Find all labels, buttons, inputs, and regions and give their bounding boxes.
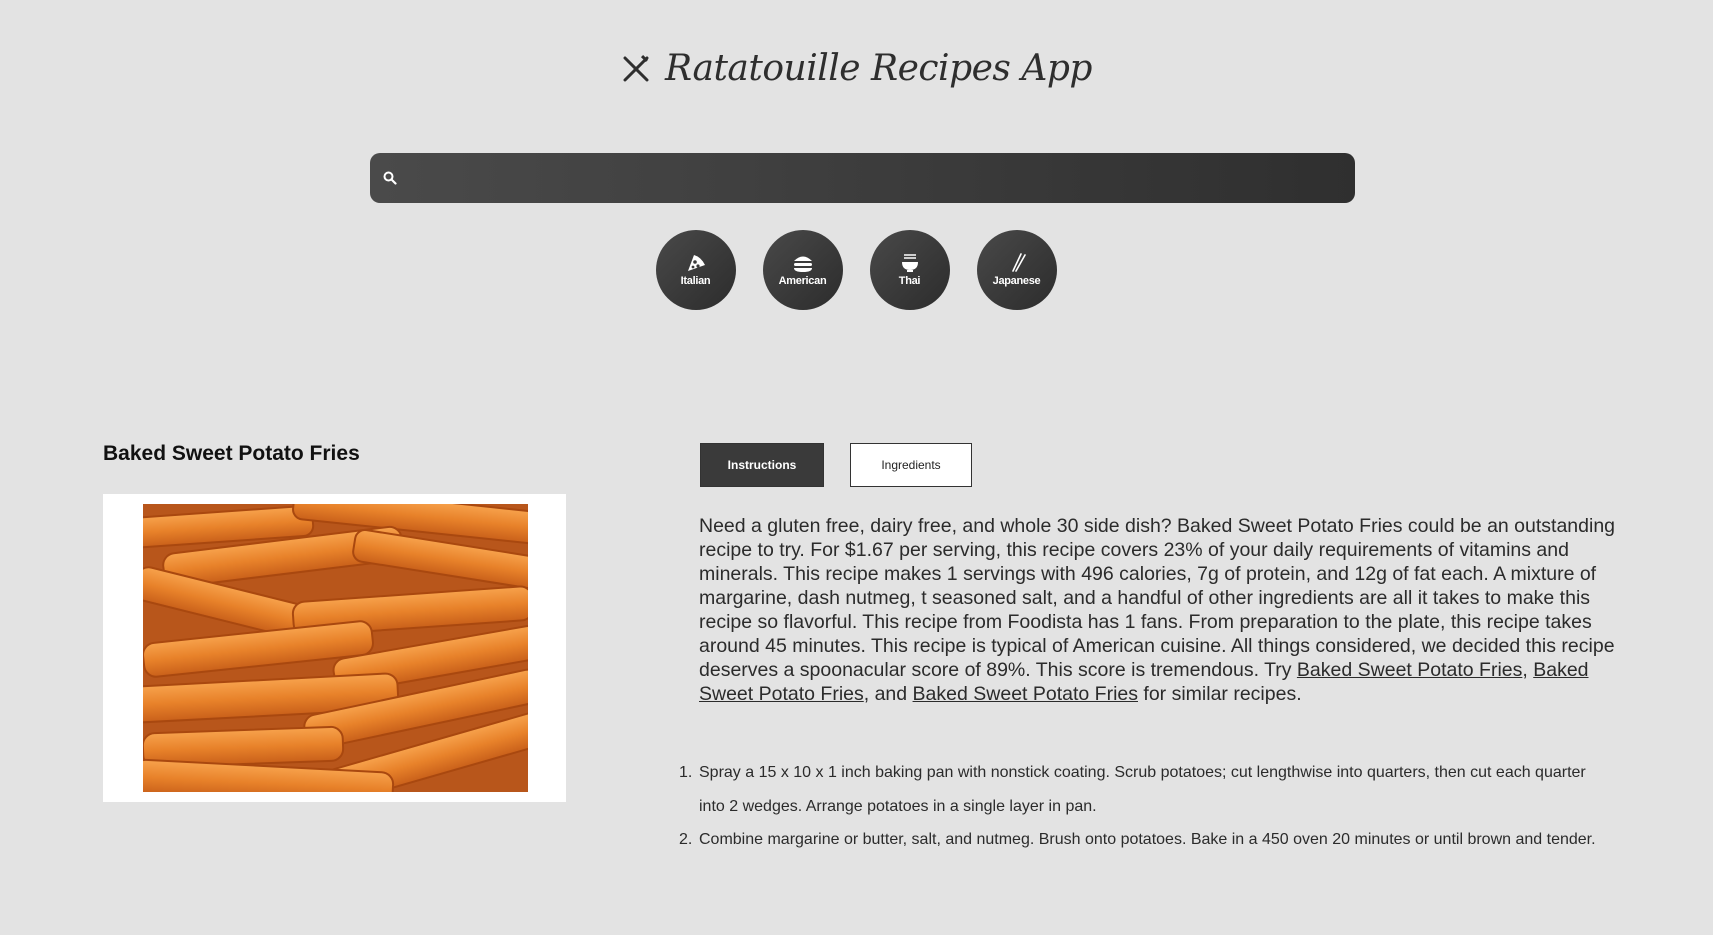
search-input[interactable] — [397, 153, 1355, 203]
summary-separator: , — [1522, 659, 1534, 681]
step-text: Spray a 15 x 10 x 1 inch baking pan with… — [699, 764, 1586, 815]
instruction-steps: 1. Spray a 15 x 10 x 1 inch baking pan w… — [679, 756, 1609, 857]
step-number: 2. — [679, 831, 693, 848]
chopsticks-icon — [1011, 253, 1026, 272]
app-logo[interactable]: Ratatouille Recipes App — [0, 48, 1713, 89]
pizza-icon — [687, 255, 705, 271]
cuisine-button-american[interactable]: American — [762, 230, 843, 310]
summary-tail: for similar recipes. — [1138, 683, 1302, 705]
cuisine-button-japanese[interactable]: Japanese — [976, 230, 1057, 310]
summary-text: Need a gluten free, dairy free, and whol… — [699, 515, 1616, 681]
cuisine-button-thai[interactable]: Thai — [869, 230, 950, 310]
recipe-title: Baked Sweet Potato Fries — [103, 442, 360, 465]
cuisine-button-italian[interactable]: Italian — [655, 230, 736, 310]
cuisine-label: Japanese — [992, 275, 1041, 287]
instruction-step: 2. Combine margarine or butter, salt, an… — [679, 823, 1609, 857]
burger-icon — [793, 256, 812, 272]
tab-instructions[interactable]: Instructions — [700, 443, 824, 487]
summary-separator: , and — [863, 683, 913, 705]
search-bar — [370, 153, 1355, 203]
tab-ingredients[interactable]: Ingredients — [850, 443, 972, 487]
app-title: Ratatouille Recipes App — [665, 48, 1092, 89]
similar-recipe-link[interactable]: Baked Sweet Potato Fries — [913, 683, 1138, 705]
page: Ratatouille Recipes App Italian American… — [0, 0, 1713, 935]
cuisine-label: Thai — [898, 275, 921, 287]
step-text: Combine margarine or butter, salt, and n… — [699, 831, 1596, 848]
search-icon — [383, 171, 397, 185]
noodle-bowl-icon — [901, 254, 918, 272]
cuisine-nav: Italian American Thai Japanese — [0, 230, 1713, 310]
cuisine-label: American — [778, 275, 827, 287]
similar-recipe-link[interactable]: Baked Sweet Potato Fries — [1297, 659, 1522, 681]
step-number: 1. — [679, 764, 693, 781]
recipe-image — [103, 494, 566, 802]
fork-knife-icon — [623, 54, 649, 81]
recipe-summary: Need a gluten free, dairy free, and whol… — [699, 514, 1624, 706]
sweet-potato-fries-image — [143, 504, 528, 792]
cuisine-label: Italian — [680, 275, 711, 287]
instruction-step: 1. Spray a 15 x 10 x 1 inch baking pan w… — [679, 756, 1609, 823]
